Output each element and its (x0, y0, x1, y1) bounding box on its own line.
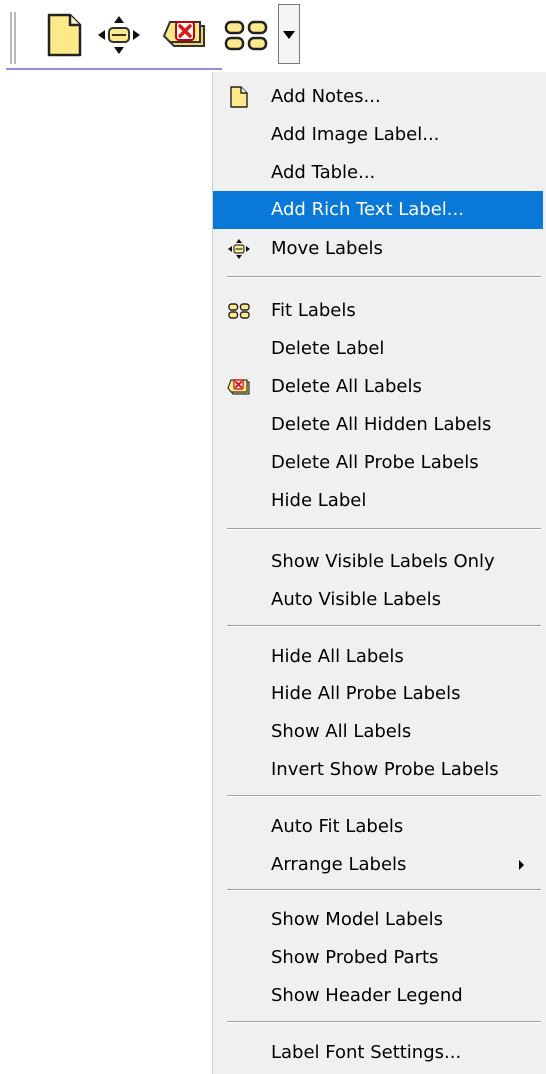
menu-separator (227, 795, 541, 797)
menu-item-label: Auto Fit Labels (271, 816, 404, 837)
menu-item-label: Add Table... (271, 162, 376, 183)
fit-labels-button[interactable] (222, 10, 272, 60)
delete-all-labels-icon (227, 379, 250, 395)
menu-item-auto-visible-labels[interactable]: Auto Visible Labels (213, 581, 543, 619)
menu-item-hide-label[interactable]: Hide Label (213, 482, 543, 520)
fit-labels-icon (224, 20, 268, 51)
menu-item-label: Delete All Labels (271, 376, 422, 397)
menu-item-label-font-settings[interactable]: Label Font Settings... (213, 1034, 543, 1072)
labels-context-menu: Add Notes... Add Image Label... Add Tabl… (212, 72, 546, 1074)
menu-separator (227, 276, 541, 278)
move-labels-icon (228, 239, 250, 259)
menu-item-label: Delete All Hidden Labels (271, 414, 492, 435)
move-labels-icon (98, 16, 140, 54)
menu-item-label: Show Probed Parts (271, 947, 439, 968)
menu-item-label: Invert Show Probe Labels (271, 759, 499, 780)
menu-item-show-visible-labels-only[interactable]: Show Visible Labels Only (213, 543, 543, 581)
move-labels-button[interactable] (94, 10, 144, 60)
menu-item-move-labels[interactable]: Move Labels (213, 230, 543, 268)
menu-item-label: Show Model Labels (271, 909, 443, 930)
menu-item-label: Add Notes... (271, 86, 381, 107)
menu-separator (227, 889, 541, 891)
menu-item-add-notes[interactable]: Add Notes... (213, 78, 543, 116)
add-notes-button[interactable] (40, 10, 90, 60)
menu-item-hide-all-probe-labels[interactable]: Hide All Probe Labels (213, 675, 543, 713)
notes-icon (47, 13, 82, 57)
menu-item-label: Delete All Probe Labels (271, 452, 479, 473)
menu-item-label: Add Image Label... (271, 124, 440, 145)
menu-item-show-model-labels[interactable]: Show Model Labels (213, 901, 543, 939)
menu-item-label: Hide All Probe Labels (271, 683, 461, 704)
menu-item-add-rich-text-label[interactable]: Add Rich Text Label... (213, 191, 543, 229)
delete-all-labels-icon (162, 21, 205, 47)
menu-item-invert-show-probe-labels[interactable]: Invert Show Probe Labels (213, 751, 543, 789)
toolbar-dropdown-button[interactable] (278, 4, 300, 64)
menu-separator (227, 625, 541, 627)
menu-item-label: Add Rich Text Label... (271, 199, 464, 220)
labels-toolbar (0, 0, 546, 82)
menu-item-delete-all-probe-labels[interactable]: Delete All Probe Labels (213, 444, 543, 482)
delete-all-labels-button[interactable] (160, 10, 210, 60)
menu-item-auto-fit-labels[interactable]: Auto Fit Labels (213, 808, 543, 846)
menu-item-delete-all-hidden-labels[interactable]: Delete All Hidden Labels (213, 406, 543, 444)
menu-item-label: Hide All Labels (271, 646, 404, 667)
menu-item-label: Auto Visible Labels (271, 589, 441, 610)
menu-separator (227, 528, 541, 530)
menu-item-label: Label Font Settings... (271, 1042, 462, 1063)
menu-item-label: Delete Label (271, 338, 385, 359)
submenu-arrow-icon (519, 860, 524, 870)
menu-item-show-header-legend[interactable]: Show Header Legend (213, 977, 543, 1015)
notes-icon (230, 86, 248, 108)
menu-item-label: Hide Label (271, 490, 367, 511)
menu-item-delete-label[interactable]: Delete Label (213, 330, 543, 368)
dropdown-arrow-icon (283, 31, 295, 39)
menu-item-arrange-labels[interactable]: Arrange Labels (213, 846, 543, 884)
toolbar-underline (6, 68, 222, 70)
menu-item-add-image-label[interactable]: Add Image Label... (213, 116, 543, 154)
menu-item-label: Fit Labels (271, 300, 356, 321)
menu-item-delete-all-labels[interactable]: Delete All Labels (213, 368, 543, 406)
menu-separator (227, 1021, 541, 1023)
menu-item-label: Show Visible Labels Only (271, 551, 495, 572)
menu-item-label: Show All Labels (271, 721, 412, 742)
toolbar-grip[interactable] (10, 12, 16, 64)
menu-item-show-all-labels[interactable]: Show All Labels (213, 713, 543, 751)
menu-item-fit-labels[interactable]: Fit Labels (213, 292, 543, 330)
menu-item-add-table[interactable]: Add Table... (213, 154, 543, 192)
fit-labels-icon (228, 303, 250, 319)
menu-item-label: Show Header Legend (271, 985, 463, 1006)
menu-item-label: Move Labels (271, 238, 383, 259)
menu-item-hide-all-labels[interactable]: Hide All Labels (213, 638, 543, 676)
menu-item-show-probed-parts[interactable]: Show Probed Parts (213, 939, 543, 977)
menu-item-label: Arrange Labels (271, 854, 407, 875)
